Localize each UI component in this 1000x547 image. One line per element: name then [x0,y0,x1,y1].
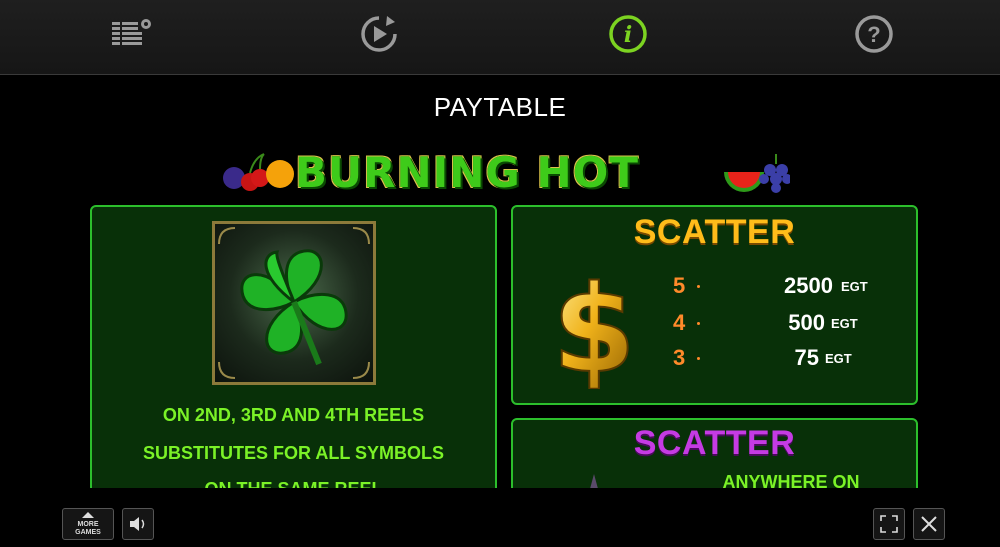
page-title: PAYTABLE [433,92,567,122]
pay-value: 75 [794,345,819,370]
pay-row: 5 2500 EGT [673,273,893,303]
more-games-line-1: MORE [77,520,99,528]
top-toolbar: i ? [0,0,1000,75]
settings-menu-icon [112,19,151,45]
pay-unit: EGT [841,279,868,294]
fullscreen-button[interactable] [873,508,905,540]
more-games-button[interactable]: MORE GAMES [62,508,114,540]
pay-unit: EGT [825,351,852,366]
info-icon: i [609,15,647,53]
more-games-label: MORE GAMES [75,511,101,537]
svg-text:i: i [624,22,632,48]
sound-button[interactable] [122,508,154,540]
pay-value: 500 [788,310,825,335]
pay-count: 5 [673,273,686,298]
fruit-left-icon [223,153,294,191]
pay-row: 3 75 EGT [673,345,893,375]
close-icon [921,516,937,532]
scatter-title: SCATTER [633,424,796,462]
dollar-scatter-panel: SCATTER $ 5 2500 EGT 4 500 EGT 3 75 EGT [511,205,918,405]
clover-symbol-frame [212,221,376,385]
scatter-title: SCATTER [633,213,796,251]
wild-description-line-2: SUBSTITUTES FOR ALL SYMBOLS [142,443,444,463]
pay-row: 4 500 EGT [673,310,893,340]
wild-description-line-1: ON 2ND, 3RD AND 4TH REELS [162,405,425,425]
close-button[interactable] [913,508,945,540]
pay-unit: EGT [831,316,858,331]
logo-text: BURNING HOT [295,148,639,197]
speaker-icon [130,517,145,531]
pay-separator-dot [697,285,700,288]
fullscreen-icon [880,515,898,533]
autoplay-button[interactable] [357,12,401,56]
pay-value: 2500 [784,273,833,298]
help-button[interactable]: ? [852,12,896,56]
svg-text:?: ? [867,22,880,47]
pay-count: 4 [673,310,686,335]
fruit-right-icon [724,154,790,193]
svg-text:$: $ [552,261,636,389]
pay-separator-dot [697,357,700,360]
pay-count: 3 [673,345,686,370]
pay-separator-dot [697,322,700,325]
info-button[interactable]: i [606,12,650,56]
settings-menu-button[interactable] [110,12,154,56]
four-leaf-clover-icon [218,227,370,379]
bottom-toolbar: MORE GAMES [0,488,1000,547]
wild-symbol-panel: ON 2ND, 3RD AND 4TH REELS SUBSTITUTES FO… [90,205,497,505]
help-icon: ? [855,15,893,53]
game-logo: BURNING HOT [220,148,790,198]
autoplay-icon [361,16,397,52]
home-icon [81,511,94,518]
dollar-sign-icon: $ [551,260,637,389]
more-games-line-2: GAMES [75,528,101,536]
